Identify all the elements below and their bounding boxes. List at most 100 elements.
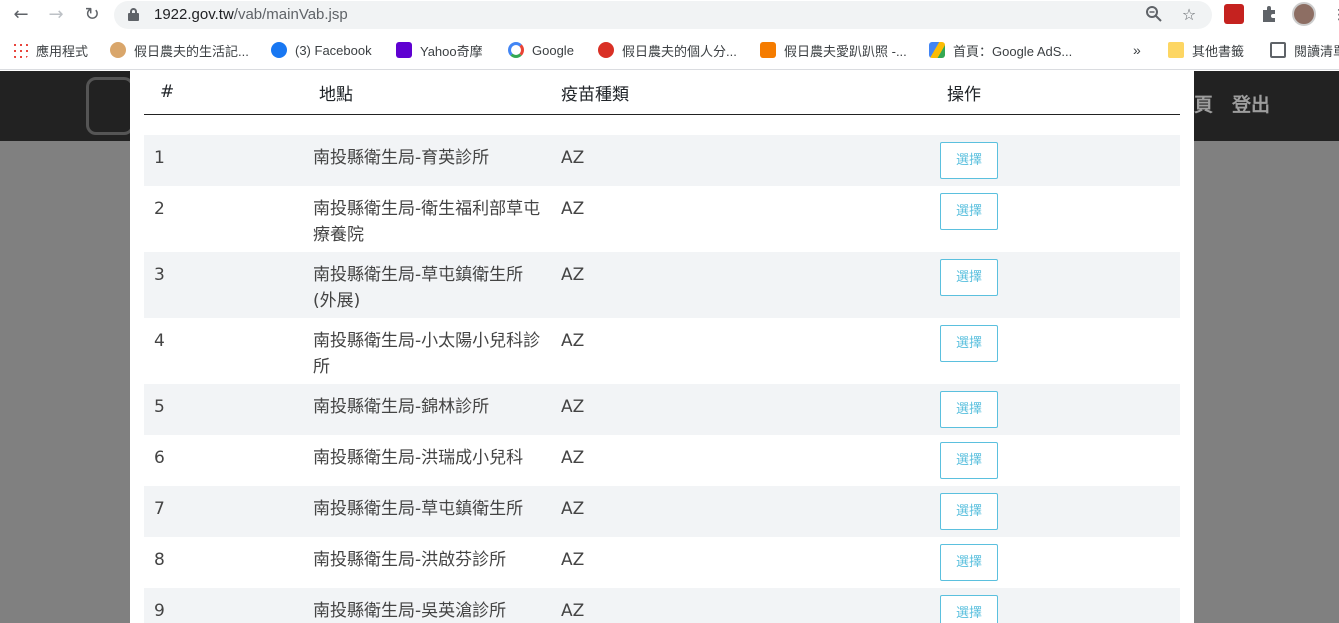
- bookmark-label: Yahoo奇摩: [420, 43, 483, 59]
- location-select-modal: # 地點 疫苗種類 操作 1 南投縣衛生局-育英診所 AZ 選擇 2 南投縣衛生局-衛生福…: [130, 71, 1194, 623]
- reload-icon[interactable]: ↻: [81, 4, 103, 26]
- bookmark-label: 閱讀清單: [1294, 43, 1339, 59]
- select-button[interactable]: 選擇: [940, 544, 998, 581]
- row-action: 選擇: [940, 186, 1180, 252]
- bookmarks-overflow[interactable]: »: [1133, 40, 1141, 60]
- select-button[interactable]: 選擇: [940, 442, 998, 479]
- bookmark-item[interactable]: 假日農夫的個人分...: [598, 40, 737, 60]
- select-button[interactable]: 選擇: [940, 193, 998, 230]
- row-location: 南投縣衛生局-草屯鎮衛生所: [313, 486, 561, 537]
- row-vaccine: AZ: [561, 588, 940, 623]
- apps-grid-icon: [12, 42, 28, 58]
- bookmark-item[interactable]: Google: [508, 40, 574, 60]
- row-number: 1: [144, 135, 313, 186]
- pdf-extension-icon[interactable]: [1224, 4, 1244, 24]
- row-action: 選擇: [940, 318, 1180, 384]
- profile-avatar[interactable]: [1292, 2, 1316, 26]
- bookmark-item[interactable]: Yahoo奇摩: [396, 40, 483, 60]
- bookmark-item[interactable]: (3) Facebook: [271, 40, 372, 60]
- select-button[interactable]: 選擇: [940, 493, 998, 530]
- location-text: 南投縣衛生局-洪瑞成小兒科: [313, 448, 524, 468]
- header-number: #: [144, 71, 313, 115]
- header-action: 操作: [940, 71, 1180, 115]
- row-number: 2: [154, 199, 165, 219]
- table-row: 3 南投縣衛生局-草屯鎮衛生所(外展) AZ 選擇: [144, 252, 1180, 318]
- row-vaccine: AZ: [561, 550, 585, 570]
- bookmark-apps[interactable]: 應用程式: [12, 40, 88, 60]
- row-number: 9: [144, 588, 313, 623]
- puzzle-extensions-icon[interactable]: [1259, 4, 1279, 24]
- row-number: 7: [144, 486, 313, 537]
- select-button[interactable]: 選擇: [940, 325, 998, 362]
- url-host: 1922.gov.tw: [154, 6, 234, 23]
- row-location: 南投縣衛生局-育英診所: [313, 135, 561, 186]
- url-path: /vab/mainVab.jsp: [233, 6, 348, 23]
- select-button[interactable]: 選擇: [940, 595, 998, 623]
- url-text[interactable]: 1922.gov.tw/vab/mainVab.jsp: [154, 6, 348, 23]
- row-vaccine: AZ: [561, 331, 585, 351]
- row-action: 選擇: [940, 252, 1180, 318]
- bookmark-label: 應用程式: [36, 43, 89, 59]
- bookmark-other-folder[interactable]: 其他書籤: [1168, 40, 1244, 60]
- row-location: 南投縣衛生局-洪瑞成小兒科: [313, 435, 561, 486]
- zoom-icon[interactable]: [1144, 5, 1164, 25]
- star-icon[interactable]: ☆: [1179, 5, 1199, 25]
- vaccine-logo-icon: [86, 77, 134, 135]
- table-row: 9 南投縣衛生局-吳英滄診所 AZ 選擇: [144, 588, 1180, 623]
- table-row: 1 南投縣衛生局-育英診所 AZ 選擇: [144, 135, 1180, 186]
- bookmark-label: 假日農夫的個人分...: [622, 43, 737, 59]
- bookmark-item[interactable]: 首頁：Google AdS...: [929, 40, 1072, 60]
- location-text: 南投縣衛生局-小太陽小兒科診所: [313, 331, 541, 377]
- row-location: 南投縣衛生局-小太陽小兒科診所: [313, 318, 561, 384]
- row-location: 南投縣衛生局-洪啟芬診所: [313, 537, 561, 588]
- bookmark-label: 其他書籤: [1192, 43, 1245, 59]
- row-location: 南投縣衛生局-錦林診所: [313, 384, 561, 435]
- bookmark-reading-list[interactable]: 閱讀清單: [1270, 40, 1339, 60]
- google-icon: [508, 42, 524, 58]
- yahoo-icon: [396, 42, 412, 58]
- location-text: 南投縣衛生局-育英診所: [313, 148, 490, 168]
- select-button[interactable]: 選擇: [940, 142, 998, 179]
- select-button[interactable]: 選擇: [940, 259, 998, 296]
- location-text: 南投縣衛生局-衛生福利部草屯療養院: [313, 199, 541, 245]
- row-action: 選擇: [940, 486, 1180, 537]
- header-location: 地點: [313, 71, 561, 115]
- bookmarks-bar: 應用程式 假日農夫的生活記... (3) Facebook Yahoo奇摩 Go…: [0, 30, 1339, 70]
- row-number: 5: [144, 384, 313, 435]
- row-vaccine: AZ: [561, 486, 940, 537]
- address-bar[interactable]: 1922.gov.tw/vab/mainVab.jsp ☆: [114, 1, 1212, 29]
- row-number: 8: [154, 550, 165, 570]
- bookmark-item[interactable]: 假日農夫的生活記...: [110, 40, 249, 60]
- location-text: 南投縣衛生局-草屯鎮衛生所: [313, 499, 524, 519]
- table-row: 2 南投縣衛生局-衛生福利部草屯療養院 AZ 選擇: [144, 186, 1180, 252]
- row-action: 選擇: [940, 537, 1180, 588]
- blog-avatar-icon: [110, 42, 126, 58]
- location-table: # 地點 疫苗種類 操作 1 南投縣衛生局-育英診所 AZ 選擇 2 南投縣衛生局-衛生福…: [144, 71, 1180, 623]
- table-spacer: [144, 114, 1180, 135]
- table-row: 6 南投縣衛生局-洪瑞成小兒科 AZ 選擇: [144, 435, 1180, 486]
- bookmark-label: (3) Facebook: [295, 42, 372, 58]
- bookmark-item[interactable]: 假日農夫愛趴趴照 -...: [760, 40, 907, 60]
- menu-dots-icon[interactable]: ⋮: [1328, 4, 1339, 26]
- row-number: 4: [154, 331, 165, 351]
- row-vaccine: AZ: [561, 252, 940, 318]
- row-location: 南投縣衛生局-吳英滄診所: [313, 588, 561, 623]
- row-action: 選擇: [940, 588, 1180, 623]
- select-button[interactable]: 選擇: [940, 391, 998, 428]
- row-number: 3: [144, 252, 313, 318]
- row-location: 南投縣衛生局-衛生福利部草屯療養院: [313, 186, 561, 252]
- lock-icon: [128, 8, 139, 21]
- back-icon[interactable]: ←: [10, 4, 32, 26]
- header-vaccine: 疫苗種類: [561, 71, 940, 115]
- row-action: 選擇: [940, 435, 1180, 486]
- bookmark-label: 假日農夫愛趴趴照 -...: [784, 43, 907, 59]
- header-link-home[interactable]: 頁: [1194, 90, 1213, 117]
- forward-icon[interactable]: →: [45, 4, 67, 26]
- row-vaccine: AZ: [561, 135, 940, 186]
- row-location: 南投縣衛生局-草屯鎮衛生所(外展): [313, 252, 561, 318]
- profile-pin-icon: [598, 42, 614, 58]
- header-link-logout[interactable]: 登出: [1232, 90, 1270, 117]
- table-row: 7 南投縣衛生局-草屯鎮衛生所 AZ 選擇: [144, 486, 1180, 537]
- location-text: 南投縣衛生局-吳英滄診所: [313, 601, 507, 621]
- row-number: 6: [154, 448, 165, 468]
